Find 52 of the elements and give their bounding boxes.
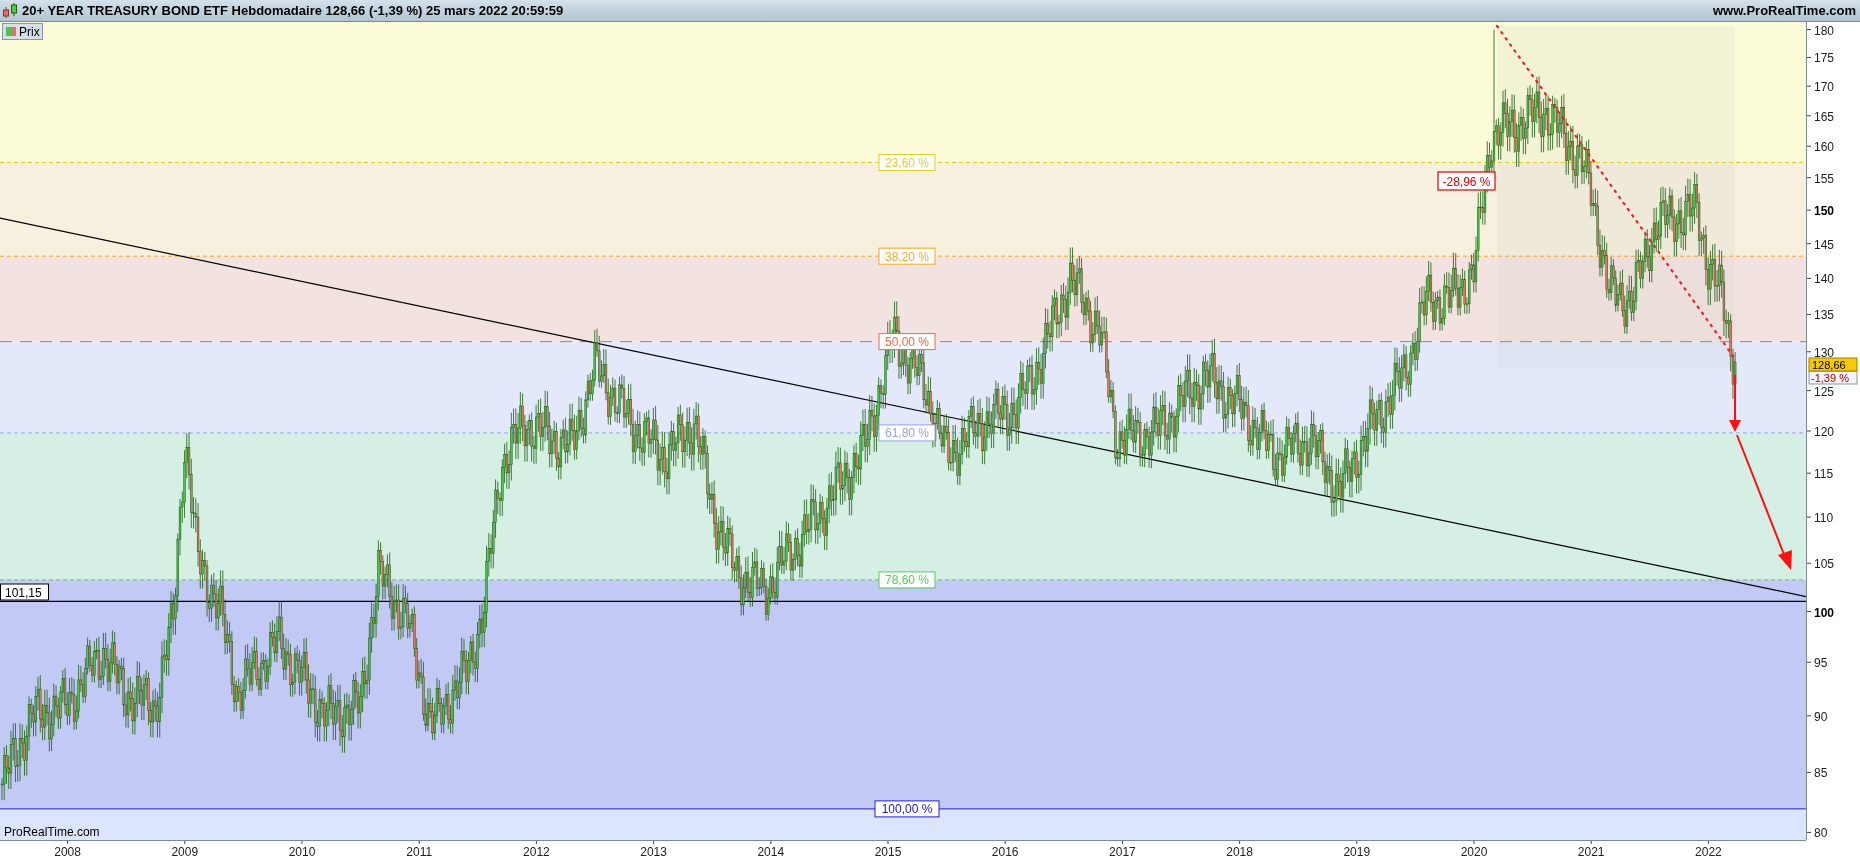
fibonacci-level-label: 38,20 % [878,247,936,265]
x-axis-tick: 2020 [1460,840,1488,859]
y-axis-tick: 170 [1806,80,1835,95]
y-axis-tick: 130 [1806,345,1835,360]
x-axis-tick: 2016 [991,840,1019,859]
candlestick-icon [2,1,18,20]
x-axis-tick: 2022 [1695,840,1722,859]
fibonacci-level-label: 50,00 % [878,333,936,351]
y-axis-tick: 145 [1806,237,1835,252]
x-axis-tick: 2008 [54,840,81,859]
y-axis-tick: 165 [1806,109,1835,124]
y-axis-tick: 160 [1806,140,1835,155]
y-axis-tick: 85 [1806,766,1828,781]
y-axis-tick: 150 [1806,204,1835,219]
chart-title: 20+ YEAR TREASURY BOND ETF Hebdomadaire 128,66 (-1,39 %) 25 mars 2022 20:59:59 [22,3,564,18]
x-axis-tick: 2009 [171,840,199,859]
y-axis-tick: 120 [1806,425,1835,439]
last-price-label: 128,66 [1808,357,1858,372]
x-axis-tick: 2012 [523,840,550,859]
support-price-label: 101,15 [0,583,49,601]
website-label: www.ProRealTime.com [1712,3,1856,18]
arrow [1729,374,1741,432]
x-axis-tick: 2015 [874,840,902,859]
x-axis-tick: 2011 [406,840,433,859]
y-axis-tick: 95 [1806,656,1828,671]
y-axis-tick: 115 [1806,467,1834,482]
price-change-label: -1,39 % [1808,371,1858,385]
y-axis-tick: 105 [1806,557,1835,572]
y-axis-tick: 110 [1806,511,1834,526]
fibonacci-level-label: 100,00 % [874,800,940,818]
y-axis-tick: 155 [1806,171,1835,186]
fibonacci-level-label: 61,80 % [878,424,936,442]
y-axis-tick: 180 [1806,23,1835,38]
legend-chip: Prix [2,23,43,40]
brand-label: ProRealTime.com [4,825,100,839]
y-axis-tick: 80 [1806,826,1828,840]
x-axis-tick: 2018 [1226,840,1253,859]
x-axis-tick: 2014 [757,840,785,859]
y-axis-tick: 135 [1806,308,1835,323]
fibonacci-level-label: 78,60 % [878,571,936,589]
x-axis-tick: 2021 [1577,840,1605,859]
drawdown-label: -28,96 % [1437,171,1496,191]
y-axis-tick: 125 [1806,384,1835,399]
fibonacci-level-label: 23,60 % [878,154,936,171]
y-axis-tick: 90 [1806,709,1828,724]
x-axis-tick: 2013 [640,840,667,859]
y-axis-tick: 140 [1806,272,1835,287]
y-axis-tick: 100 [1806,605,1835,620]
x-axis-tick: 2010 [288,840,316,859]
x-axis-tick: 2017 [1109,840,1136,859]
y-axis-tick: 175 [1806,51,1835,66]
x-axis-tick: 2019 [1343,840,1371,859]
